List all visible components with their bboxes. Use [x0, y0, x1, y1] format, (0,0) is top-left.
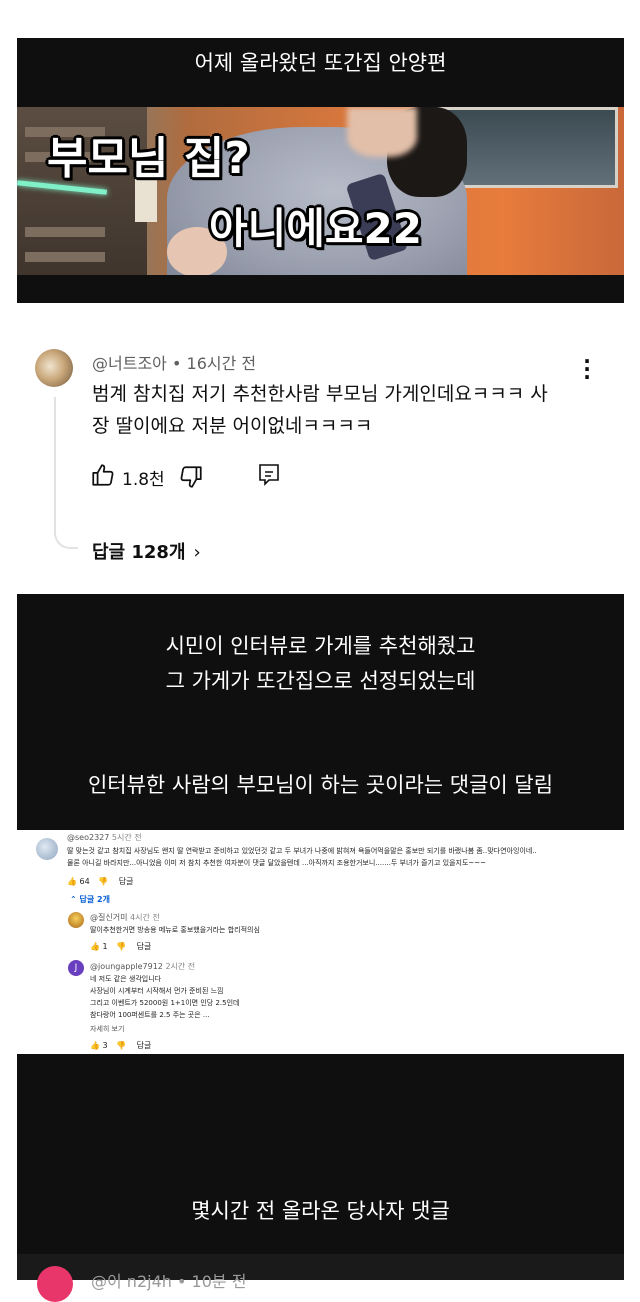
- middle-caption-line1: 시민이 인터뷰로 가게를 추천해줬고: [165, 634, 476, 658]
- small-thumbs-down-icon[interactable]: 👎: [116, 1041, 126, 1050]
- small-thumbs-up-icon[interactable]: 👍: [90, 1041, 100, 1050]
- comment1-actions: 👍 64 👎 답글: [67, 876, 134, 887]
- embedded-comment-screenshot: @seo2327 5시간 전 딸 맞는것 같고 참치집 사장님도 왠지 딸 연락…: [36, 828, 630, 1054]
- small-thumbs-up-icon[interactable]: 👍: [67, 877, 77, 886]
- comment2-actions: 👍 1 👎 답글: [90, 941, 151, 952]
- comment1-like-count: 64: [79, 877, 90, 886]
- chevron-right-icon: ›: [193, 542, 201, 563]
- comment1-handle[interactable]: @seo2327: [67, 833, 109, 842]
- comment1-line: 딸 맞는것 같고 참치집 사장님도 왠지 딸 연락받고 준비하고 있었던것 같고…: [67, 847, 537, 855]
- comment-body: 범계 참치집 저기 추천한사람 부모님 가게인데요ㅋㅋㅋ 사 장 딸이에요 저분…: [92, 378, 592, 442]
- comment3-line: 사장님이 시계부터 시작해서 먼가 준비된 느낌: [90, 987, 224, 995]
- chevron-up-icon: ⌃: [70, 895, 77, 904]
- bottom-caption: 몇시간 전 올라온 당사자 댓글: [191, 1199, 450, 1223]
- cut-off-meta: @이 n2j4h • 10분 전: [91, 1268, 246, 1292]
- comment-handle[interactable]: @너트조아: [92, 354, 167, 373]
- thumbs-up-icon[interactable]: [90, 462, 116, 492]
- top-caption: 어제 올라왔던 또간집 안양편: [194, 51, 447, 75]
- cut-off-comment-strip: @이 n2j4h • 10분 전: [17, 1254, 624, 1302]
- comment2-handle[interactable]: @질신거미: [90, 913, 127, 922]
- avatar-letter: J: [74, 963, 78, 973]
- small-reply-button[interactable]: 답글: [137, 1041, 152, 1050]
- bottom-caption-panel: 몇시간 전 올라온 당사자 댓글 @이 n2j4h • 10분 전: [17, 1054, 624, 1302]
- comment-body-line: 범계 참치집 저기 추천한사람 부모님 가게인데요ㅋㅋㅋ 사: [92, 383, 548, 405]
- comment1-meta: @seo2327 5시간 전: [67, 832, 142, 843]
- thumbnail-text-bottom: 아니에요22: [209, 204, 423, 253]
- small-reply-button[interactable]: 답글: [119, 877, 134, 886]
- thumbnail-slat: [25, 227, 105, 237]
- jilsin-avatar: [68, 912, 84, 928]
- comment1-line: 물론 아니길 바라지만...아니었음 이미 저 참치 추천한 여자분이 댓글 달…: [67, 859, 486, 867]
- comment3-actions: 👍 3 👎 답글: [90, 1040, 151, 1051]
- comment3-line: 참다랑어 100퍼센트를 2.5 주는 곳은 ...: [90, 1011, 210, 1019]
- comment3-meta: @joungapple7912 2시간 전: [90, 961, 195, 972]
- small-thumbs-down-icon[interactable]: 👎: [116, 942, 126, 951]
- cut-off-time: 10분 전: [191, 1272, 247, 1291]
- comment2-like-count: 1: [102, 942, 108, 951]
- like-count: 1.8천: [122, 470, 165, 490]
- meta-dot: •: [171, 354, 187, 373]
- joungapple-avatar: J: [68, 960, 84, 976]
- comment-meta: @너트조아 • 16시간 전: [92, 350, 256, 374]
- comment2-time: 4시간 전: [130, 913, 160, 922]
- middle-caption-line3: 인터뷰한 사람의 부모님이 하는 곳이라는 댓글이 달림: [87, 773, 554, 797]
- small-thumbs-up-icon[interactable]: 👍: [90, 942, 100, 951]
- cut-off-avatar: [37, 1266, 73, 1302]
- thumbs-down-icon[interactable]: [178, 464, 204, 494]
- comment2-meta: @질신거미 4시간 전: [90, 912, 160, 923]
- comment3-like-count: 3: [102, 1041, 108, 1050]
- comment3-line: 네 저도 같은 생각입니다: [90, 975, 162, 983]
- small-reply-button[interactable]: 답글: [137, 942, 152, 951]
- view-replies-button[interactable]: 답글 128개 ›: [92, 538, 201, 564]
- read-more-link[interactable]: 자세히 보기: [90, 1024, 124, 1034]
- middle-caption-panel: 시민이 인터뷰로 가게를 추천해줬고 그 가게가 또간집으로 선정되었는데 인터…: [17, 594, 624, 830]
- middle-caption-line2: 그 가게가 또간집으로 선정되었는데: [165, 669, 476, 693]
- thumbnail-text-top: 부모님 집?: [47, 133, 250, 184]
- comment2-body: 딸이추천한거면 방송용 메뉴로 홍보했을거라는 합리적의심: [90, 926, 260, 934]
- cut-off-dot: •: [177, 1272, 192, 1291]
- reply-thread-line: [54, 397, 78, 549]
- comment3-time: 2시간 전: [165, 962, 196, 971]
- comment-body-line: 장 딸이에요 저분 어이없네ㅋㅋㅋㅋ: [92, 415, 373, 437]
- replies-toggle[interactable]: ⌃ 답글 2개: [70, 894, 110, 905]
- seo2327-avatar: [36, 838, 58, 860]
- comment3-line: 그리고 이벤트가 52000원 1+1이면 인당 2.5인데: [90, 999, 240, 1007]
- comment-time: 16시간 전: [186, 354, 257, 373]
- more-options-icon[interactable]: · · ·: [580, 351, 594, 387]
- thumbnail-slat: [25, 252, 105, 262]
- video-thumbnail[interactable]: 부모님 집? 아니에요22: [17, 107, 624, 275]
- comment3-handle[interactable]: @joungapple7912: [90, 962, 163, 971]
- small-thumbs-down-icon[interactable]: 👎: [98, 877, 108, 886]
- comment1-time: 5시간 전: [111, 833, 142, 842]
- reply-icon[interactable]: [257, 462, 281, 492]
- cut-off-handle[interactable]: @이 n2j4h: [91, 1272, 172, 1291]
- commenter-avatar[interactable]: [35, 349, 73, 387]
- thumbnail-face-blurred: [347, 107, 417, 157]
- replies-toggle-label: 답글 2개: [79, 895, 110, 904]
- replies-label: 답글 128개: [92, 542, 186, 563]
